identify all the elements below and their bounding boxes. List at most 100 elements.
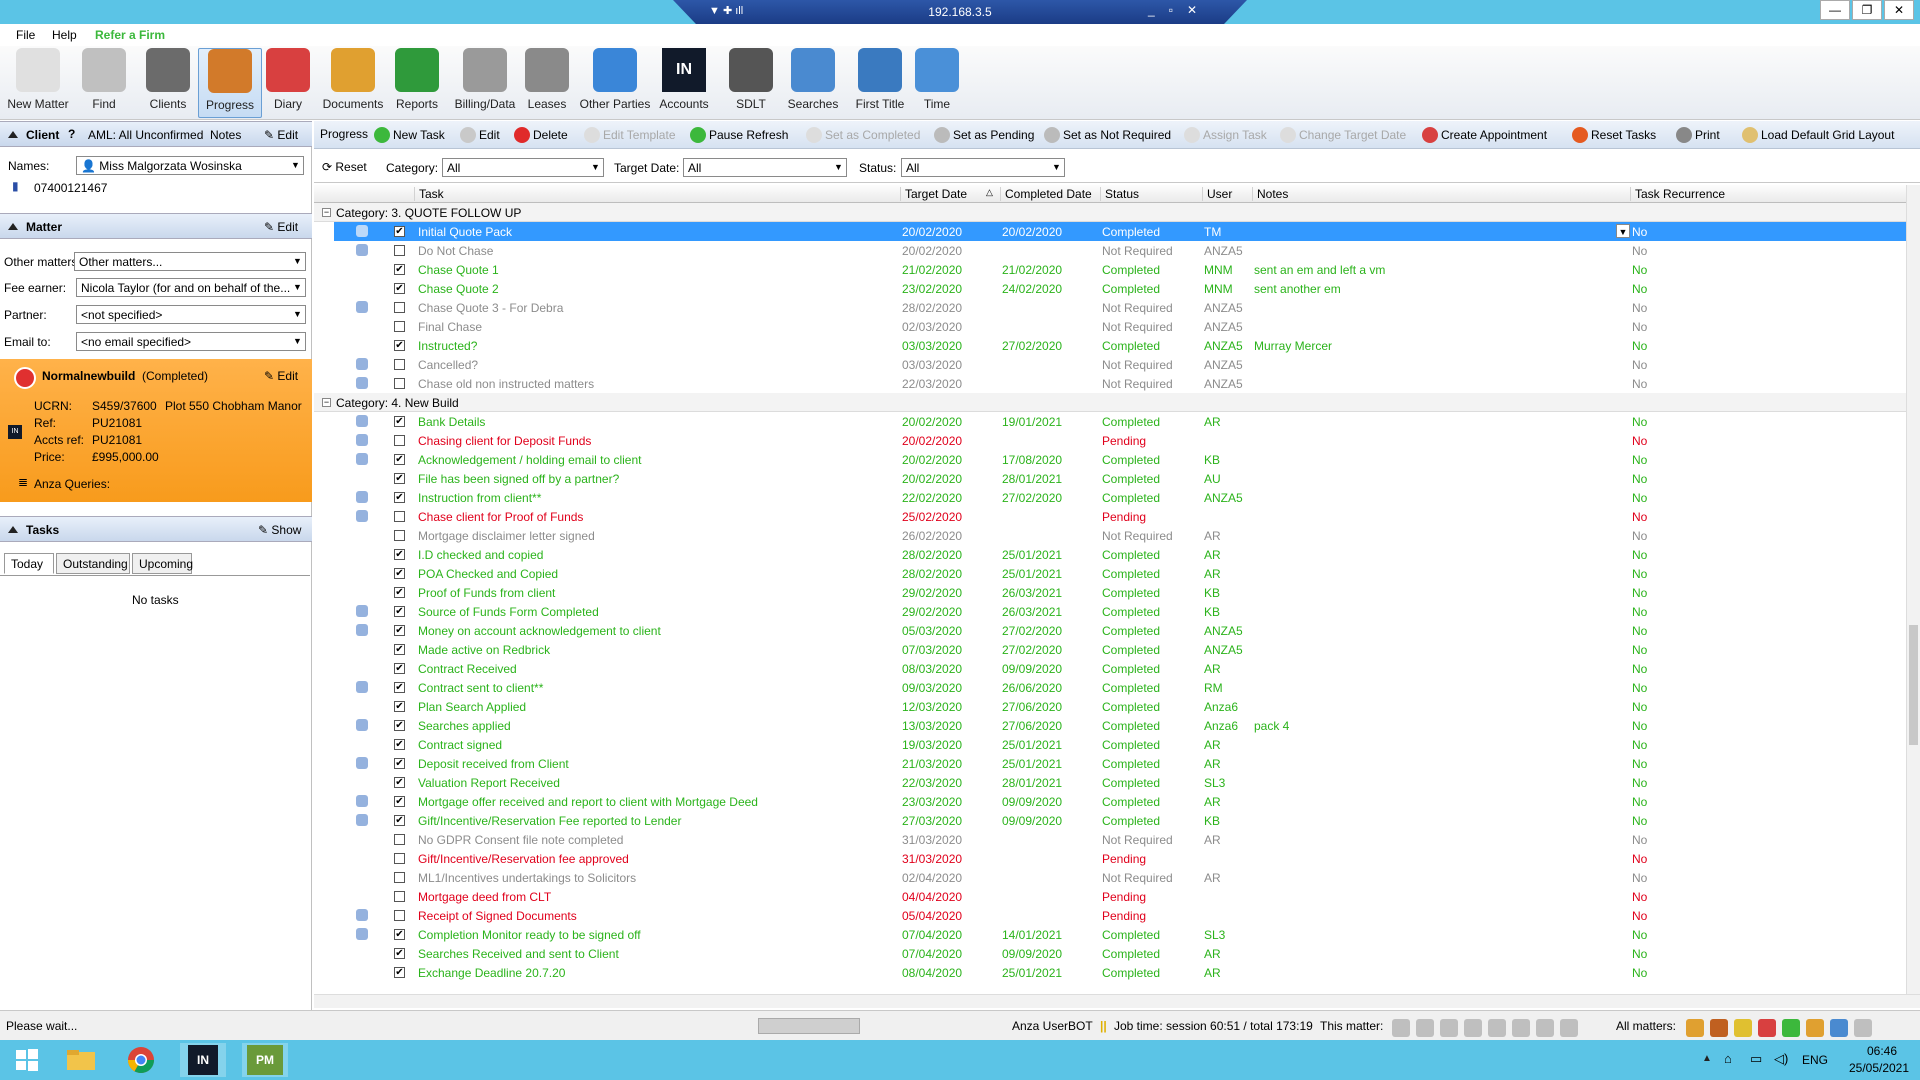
notes-link[interactable]: Notes <box>210 128 241 142</box>
pause-refresh-button[interactable]: Pause Refresh <box>690 127 788 143</box>
table-row[interactable]: Do Not Chase 20/02/2020 Not Required ANZA5 N… <box>314 241 1906 260</box>
edit-matter-card-button[interactable]: ✎ Edit <box>264 369 298 383</box>
ribbon-new-matter-button[interactable]: New Matter <box>4 48 72 118</box>
target-date-select[interactable]: All ▼ <box>683 158 847 177</box>
this-matter-icon-7[interactable] <box>1536 1019 1554 1037</box>
file-explorer-icon[interactable] <box>58 1043 104 1077</box>
table-row[interactable]: ✔ Proof of Funds from client 29/02/2020 26/… <box>314 583 1906 602</box>
change-target-date-button[interactable]: Change Target Date <box>1280 127 1406 143</box>
rdp-window-controls[interactable]: _▫✕ <box>1148 3 1211 17</box>
table-row[interactable]: Chasing client for Deposit Funds 20/02/20… <box>314 431 1906 450</box>
assign-task-button[interactable]: Assign Task <box>1184 127 1267 143</box>
table-row[interactable]: ✔ Gift/Incentive/Reservation Fee reported… <box>314 811 1906 830</box>
this-matter-icon-5[interactable] <box>1488 1019 1506 1037</box>
task-checkbox[interactable]: ✔ <box>394 682 405 693</box>
table-row[interactable]: ✔ Chase Quote 2 23/02/2020 24/02/2020 Comple… <box>314 279 1906 298</box>
all-matters-icon-6[interactable] <box>1806 1019 1824 1037</box>
table-row[interactable]: Chase Quote 3 - For Debra 28/02/2020 Not R… <box>314 298 1906 317</box>
this-matter-icon-3[interactable] <box>1440 1019 1458 1037</box>
table-row[interactable]: ✔ Mortgage offer received and report to c… <box>314 792 1906 811</box>
task-checkbox[interactable]: ✔ <box>394 663 405 674</box>
table-row[interactable]: ✔ Chase Quote 1 21/02/2020 21/02/2020 Comple… <box>314 260 1906 279</box>
task-checkbox[interactable] <box>394 378 405 389</box>
tray-chevron-icon[interactable]: ▲ <box>1702 1053 1712 1064</box>
task-checkbox[interactable]: ✔ <box>394 739 405 750</box>
all-matters-icon-8[interactable] <box>1854 1019 1872 1037</box>
tab-upcoming[interactable]: Upcoming <box>132 553 193 574</box>
table-row[interactable]: ✔ Searches applied 13/03/2020 27/06/2020 Com… <box>314 716 1906 735</box>
email-to-select[interactable]: <no email specified> ▼ <box>76 332 306 351</box>
task-checkbox[interactable] <box>394 302 405 313</box>
print-button[interactable]: Print <box>1676 127 1720 143</box>
delete-task-button[interactable]: Delete <box>514 127 568 143</box>
close-button[interactable]: ✕ <box>1884 0 1914 20</box>
table-row[interactable]: ✔ Searches Received and sent to Client 07/… <box>314 944 1906 963</box>
task-checkbox[interactable]: ✔ <box>394 929 405 940</box>
other-matters-select[interactable]: Other matters... ▼ <box>74 252 306 271</box>
task-checkbox[interactable]: ✔ <box>394 644 405 655</box>
show-tasks-button[interactable]: ✎ Show <box>258 523 301 537</box>
task-checkbox[interactable]: ✔ <box>394 720 405 731</box>
scroll-thumb[interactable] <box>1909 625 1918 745</box>
category-row[interactable]: − Category: 3. QUOTE FOLLOW UP <box>314 203 1906 222</box>
all-matters-icon-3[interactable] <box>1734 1019 1752 1037</box>
menu-refer-firm[interactable]: Refer a Firm <box>95 28 165 42</box>
ribbon-reports-button[interactable]: Reports <box>390 48 444 118</box>
ribbon-other-parties-button[interactable]: Other Parties <box>578 48 652 118</box>
this-matter-icon-4[interactable] <box>1464 1019 1482 1037</box>
reset-tasks-button[interactable]: Reset Tasks <box>1572 127 1656 143</box>
task-checkbox[interactable] <box>394 891 405 902</box>
this-matter-icon-2[interactable] <box>1416 1019 1434 1037</box>
set-not-required-button[interactable]: Set as Not Required <box>1044 127 1171 143</box>
edit-matter-button[interactable]: ✎ Edit <box>264 220 298 234</box>
column-status[interactable]: Status <box>1100 187 1139 201</box>
status-select[interactable]: All ▼ <box>901 158 1065 177</box>
table-row[interactable]: Cancelled? 03/03/2020 Not Required ANZA5 No <box>314 355 1906 374</box>
menu-help[interactable]: Help <box>52 28 77 42</box>
table-row[interactable]: ✔ Contract sent to client** 09/03/2020 26/0… <box>314 678 1906 697</box>
tray-language[interactable]: ENG <box>1802 1053 1828 1067</box>
task-checkbox[interactable]: ✔ <box>394 967 405 978</box>
task-checkbox[interactable]: ✔ <box>394 473 405 484</box>
set-completed-button[interactable]: Set as Completed <box>806 127 920 143</box>
column-completed-date[interactable]: Completed Date <box>1000 187 1092 201</box>
task-checkbox[interactable]: ✔ <box>394 264 405 275</box>
set-pending-button[interactable]: Set as Pending <box>934 127 1034 143</box>
matter-summary-card[interactable]: Normalnewbuild (Completed) ✎ Edit UCRN: … <box>0 359 312 502</box>
all-matters-icon-1[interactable] <box>1686 1019 1704 1037</box>
windows-start-icon[interactable] <box>4 1043 50 1077</box>
ribbon-searches-button[interactable]: Searches <box>780 48 846 118</box>
edit-client-button[interactable]: ✎ Edit <box>264 128 298 142</box>
tray-volume-icon[interactable]: ◁) <box>1774 1051 1788 1067</box>
task-checkbox[interactable] <box>394 910 405 921</box>
task-checkbox[interactable]: ✔ <box>394 625 405 636</box>
column-task[interactable]: Task <box>414 187 444 201</box>
task-checkbox[interactable]: ✔ <box>394 587 405 598</box>
category-select[interactable]: All ▼ <box>442 158 604 177</box>
column-target-date[interactable]: Target Date <box>900 187 967 201</box>
horizontal-scrollbar[interactable] <box>314 994 1920 1008</box>
table-row[interactable]: ✔ I.D checked and copied 28/02/2020 25/01/2… <box>314 545 1906 564</box>
reset-filter-button[interactable]: ⟳ Reset <box>322 160 367 174</box>
column-notes[interactable]: Notes <box>1252 187 1288 201</box>
fee-earner-select[interactable]: Nicola Taylor (for and on behalf of the.… <box>76 278 306 297</box>
task-checkbox[interactable]: ✔ <box>394 283 405 294</box>
tab-today[interactable]: Today <box>4 553 54 574</box>
task-checkbox[interactable]: ✔ <box>394 701 405 712</box>
all-matters-icon-4[interactable] <box>1758 1019 1776 1037</box>
ribbon-first-title-button[interactable]: First Title <box>848 48 912 118</box>
task-checkbox[interactable] <box>394 853 405 864</box>
ribbon-leases-button[interactable]: Leases <box>520 48 574 118</box>
column-task-recurrence[interactable]: Task Recurrence <box>1630 187 1725 201</box>
collapse-icon[interactable] <box>8 526 18 533</box>
recurrence-dropdown-icon[interactable]: ▼ <box>1616 224 1630 238</box>
ribbon-diary-button[interactable]: Diary <box>260 48 316 118</box>
table-row[interactable]: Final Chase 02/03/2020 Not Required ANZA5 No <box>314 317 1906 336</box>
ribbon-time-button[interactable]: Time <box>914 48 960 118</box>
this-matter-icon-1[interactable] <box>1392 1019 1410 1037</box>
task-checkbox[interactable]: ✔ <box>394 549 405 560</box>
task-checkbox[interactable]: ✔ <box>394 454 405 465</box>
all-matters-icon-5[interactable] <box>1782 1019 1800 1037</box>
task-checkbox[interactable]: ✔ <box>394 416 405 427</box>
category-row[interactable]: − Category: 4. New Build <box>314 393 1906 412</box>
